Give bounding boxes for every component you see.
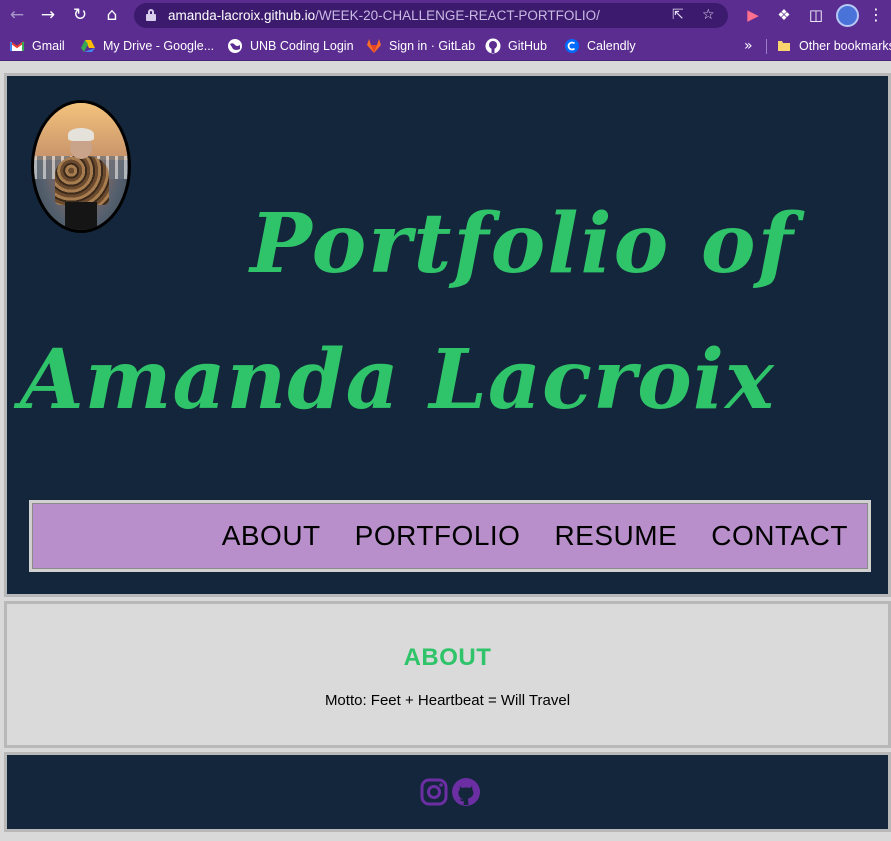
main-navigation: ABOUT PORTFOLIO RESUME CONTACT [29,500,871,572]
bookmark-gmail[interactable]: Gmail [9,37,65,55]
bookmark-calendly[interactable]: Calendly [564,37,636,55]
about-motto: Motto: Feet + Heartbeat = Will Travel [324,692,571,709]
nav-link-portfolio[interactable]: PORTFOLIO [355,520,521,552]
lock-icon[interactable] [146,9,156,21]
home-icon[interactable]: ⌂ [100,4,124,26]
reload-icon[interactable]: ↻ [68,4,92,26]
title-line-1: Portfolio of [250,196,795,292]
url-text[interactable]: amanda-lacroix.github.io/WEEK-20-CHALLEN… [168,6,600,25]
puzzle-icon[interactable]: ❖ [773,4,795,26]
site-footer [4,752,891,832]
menu-icon[interactable]: ⋮ [868,4,884,26]
github-icon[interactable] [451,777,481,807]
about-section: ABOUT Motto: Feet + Heartbeat = Will Tra… [4,601,891,748]
nav-link-resume[interactable]: RESUME [554,520,677,552]
bookmark-other-bookmarks[interactable]: Other bookmarks [776,37,891,55]
bookmarks-overflow-button[interactable]: » [744,37,753,55]
title-line-2: Amanda Lacroix [20,332,775,428]
gitlab-icon [366,38,382,54]
bookmark-github[interactable]: GitHub [485,37,547,55]
globe-icon [227,38,243,54]
calendly-icon [564,38,580,54]
social-links [419,777,481,807]
page-title: Portfolio of Amanda Lacroix [7,176,888,448]
side-panel-icon[interactable]: ◫ [805,4,827,26]
bookmarks-bar: Gmail My Drive - Google... UNB Coding Lo… [0,31,891,61]
arrow-left-icon[interactable]: ← [5,4,29,26]
bookmark-gitlab[interactable]: Sign in · GitLab [366,37,475,55]
profile-avatar[interactable] [836,4,859,27]
about-heading: ABOUT [403,644,492,671]
star-icon[interactable]: ☆ [702,6,715,25]
address-bar[interactable]: amanda-lacroix.github.io/WEEK-20-CHALLEN… [134,3,728,28]
folder-icon [776,38,792,54]
browser-toolbar: ← → ↻ ⌂ amanda-lacroix.github.io/WEEK-20… [0,0,891,31]
extension-icon[interactable]: ▶ [742,4,764,26]
github-icon [485,38,501,54]
web-page: Portfolio of Amanda Lacroix ABOUT PORTFO… [0,66,891,841]
site-header: Portfolio of Amanda Lacroix ABOUT PORTFO… [4,73,891,597]
nav-link-contact[interactable]: CONTACT [711,520,848,552]
bookmarks-divider [766,39,767,54]
share-icon[interactable]: ⇱ [672,6,684,25]
bookmark-unb-coding-login[interactable]: UNB Coding Login [227,37,354,55]
bookmark-my-drive[interactable]: My Drive - Google... [80,37,214,55]
arrow-right-icon[interactable]: → [36,4,60,26]
gmail-icon [9,38,25,54]
instagram-icon[interactable] [419,777,449,807]
google-drive-icon [80,38,96,54]
nav-link-about[interactable]: ABOUT [222,520,321,552]
